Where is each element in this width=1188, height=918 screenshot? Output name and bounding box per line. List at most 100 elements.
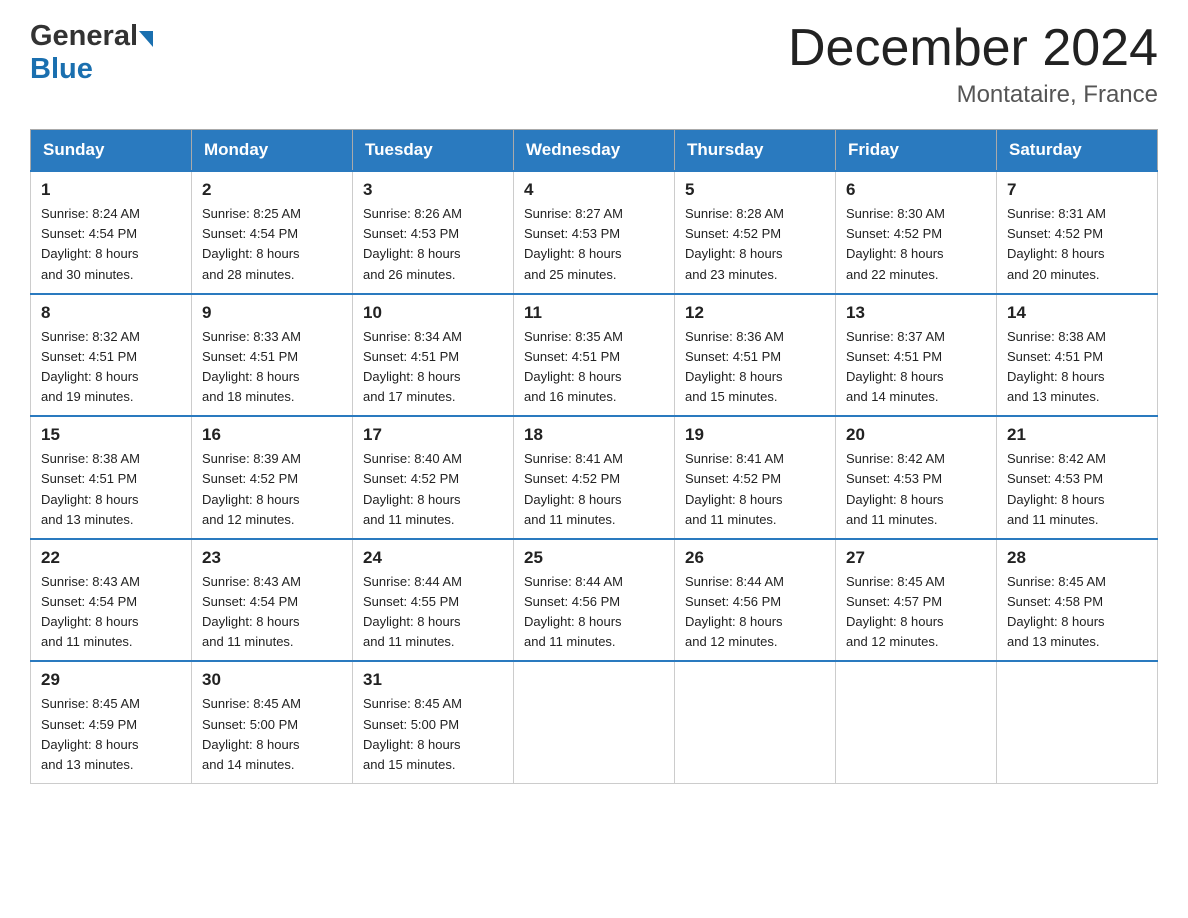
day-number: 26	[685, 548, 825, 568]
calendar-cell-15: 15 Sunrise: 8:38 AM Sunset: 4:51 PM Dayli…	[31, 416, 192, 539]
calendar-day-header-monday: Monday	[192, 130, 353, 172]
logo-triangle-icon	[139, 31, 153, 47]
day-number: 17	[363, 425, 503, 445]
calendar-cell-7: 7 Sunrise: 8:31 AM Sunset: 4:52 PM Daylig…	[997, 171, 1158, 294]
calendar-cell-23: 23Sunrise: 8:43 AM Sunset: 4:54 PM Dayli…	[192, 539, 353, 662]
calendar-cell-19: 19 Sunrise: 8:41 AM Sunset: 4:52 PM Dayli…	[675, 416, 836, 539]
calendar-table: SundayMondayTuesdayWednesdayThursdayFrid…	[30, 129, 1158, 784]
calendar-day-header-wednesday: Wednesday	[514, 130, 675, 172]
day-number: 1	[41, 180, 181, 200]
calendar-cell-30: 30Sunrise: 8:45 AM Sunset: 5:00 PM Dayli…	[192, 661, 353, 783]
calendar-week-row-4: 22 Sunrise: 8:43 AM Sunset: 4:54 PM Dayli…	[31, 539, 1158, 662]
calendar-cell-8: 8Sunrise: 8:32 AM Sunset: 4:51 PM Daylig…	[31, 294, 192, 417]
calendar-day-header-thursday: Thursday	[675, 130, 836, 172]
day-info: Sunrise: 8:38 AM Sunset: 4:51 PM Dayligh…	[41, 449, 181, 530]
calendar-cell-14: 14 Sunrise: 8:38 AM Sunset: 4:51 PM Dayli…	[997, 294, 1158, 417]
page-subtitle: Montataire, France	[788, 81, 1158, 109]
day-info: Sunrise: 8:45 AM Sunset: 5:00 PM Dayligh…	[202, 694, 342, 775]
day-info: Sunrise: 8:45 AM Sunset: 5:00 PM Dayligh…	[363, 694, 503, 775]
day-number: 29	[41, 670, 181, 690]
page-title: December 2024	[788, 20, 1158, 77]
day-info: Sunrise: 8:36 AM Sunset: 4:51 PM Dayligh…	[685, 327, 825, 408]
calendar-cell-3: 3Sunrise: 8:26 AM Sunset: 4:53 PM Daylig…	[353, 171, 514, 294]
day-number: 21	[1007, 425, 1147, 445]
logo: General Blue	[30, 20, 153, 86]
calendar-cell-2: 2Sunrise: 8:25 AM Sunset: 4:54 PM Daylig…	[192, 171, 353, 294]
calendar-cell-empty	[514, 661, 675, 783]
title-section: December 2024 Montataire, France	[788, 20, 1158, 109]
day-info: Sunrise: 8:34 AM Sunset: 4:51 PM Dayligh…	[363, 327, 503, 408]
calendar-week-row-5: 29 Sunrise: 8:45 AM Sunset: 4:59 PM Dayli…	[31, 661, 1158, 783]
day-number: 24	[363, 548, 503, 568]
calendar-week-row-2: 8Sunrise: 8:32 AM Sunset: 4:51 PM Daylig…	[31, 294, 1158, 417]
calendar-cell-empty	[997, 661, 1158, 783]
calendar-cell-empty	[836, 661, 997, 783]
day-info: Sunrise: 8:28 AM Sunset: 4:52 PM Dayligh…	[685, 204, 825, 285]
day-info: Sunrise: 8:27 AM Sunset: 4:53 PM Dayligh…	[524, 204, 664, 285]
calendar-cell-21: 21Sunrise: 8:42 AM Sunset: 4:53 PM Dayli…	[997, 416, 1158, 539]
day-number: 9	[202, 303, 342, 323]
day-info: Sunrise: 8:42 AM Sunset: 4:53 PM Dayligh…	[846, 449, 986, 530]
calendar-cell-empty	[675, 661, 836, 783]
calendar-cell-16: 16 Sunrise: 8:39 AM Sunset: 4:52 PM Dayli…	[192, 416, 353, 539]
day-number: 14	[1007, 303, 1147, 323]
day-number: 6	[846, 180, 986, 200]
day-info: Sunrise: 8:33 AM Sunset: 4:51 PM Dayligh…	[202, 327, 342, 408]
calendar-cell-29: 29 Sunrise: 8:45 AM Sunset: 4:59 PM Dayli…	[31, 661, 192, 783]
calendar-day-header-saturday: Saturday	[997, 130, 1158, 172]
day-info: Sunrise: 8:43 AM Sunset: 4:54 PM Dayligh…	[202, 572, 342, 653]
day-number: 27	[846, 548, 986, 568]
day-info: Sunrise: 8:39 AM Sunset: 4:52 PM Dayligh…	[202, 449, 342, 530]
calendar-cell-20: 20 Sunrise: 8:42 AM Sunset: 4:53 PM Dayli…	[836, 416, 997, 539]
day-info: Sunrise: 8:40 AM Sunset: 4:52 PM Dayligh…	[363, 449, 503, 530]
calendar-cell-18: 18 Sunrise: 8:41 AM Sunset: 4:52 PM Dayli…	[514, 416, 675, 539]
calendar-cell-24: 24Sunrise: 8:44 AM Sunset: 4:55 PM Dayli…	[353, 539, 514, 662]
calendar-cell-31: 31Sunrise: 8:45 AM Sunset: 5:00 PM Dayli…	[353, 661, 514, 783]
day-info: Sunrise: 8:44 AM Sunset: 4:56 PM Dayligh…	[685, 572, 825, 653]
day-number: 15	[41, 425, 181, 445]
day-info: Sunrise: 8:41 AM Sunset: 4:52 PM Dayligh…	[524, 449, 664, 530]
logo-line1: General	[30, 20, 153, 53]
day-info: Sunrise: 8:44 AM Sunset: 4:56 PM Dayligh…	[524, 572, 664, 653]
day-number: 20	[846, 425, 986, 445]
day-number: 22	[41, 548, 181, 568]
calendar-cell-27: 27 Sunrise: 8:45 AM Sunset: 4:57 PM Dayli…	[836, 539, 997, 662]
logo-general-text: General	[30, 20, 138, 53]
day-number: 2	[202, 180, 342, 200]
day-info: Sunrise: 8:32 AM Sunset: 4:51 PM Dayligh…	[41, 327, 181, 408]
day-info: Sunrise: 8:26 AM Sunset: 4:53 PM Dayligh…	[363, 204, 503, 285]
day-number: 4	[524, 180, 664, 200]
calendar-cell-13: 13Sunrise: 8:37 AM Sunset: 4:51 PM Dayli…	[836, 294, 997, 417]
calendar-cell-28: 28 Sunrise: 8:45 AM Sunset: 4:58 PM Dayli…	[997, 539, 1158, 662]
day-info: Sunrise: 8:45 AM Sunset: 4:58 PM Dayligh…	[1007, 572, 1147, 653]
day-number: 28	[1007, 548, 1147, 568]
calendar-day-header-friday: Friday	[836, 130, 997, 172]
day-info: Sunrise: 8:41 AM Sunset: 4:52 PM Dayligh…	[685, 449, 825, 530]
calendar-cell-26: 26 Sunrise: 8:44 AM Sunset: 4:56 PM Dayli…	[675, 539, 836, 662]
day-number: 10	[363, 303, 503, 323]
day-number: 16	[202, 425, 342, 445]
day-info: Sunrise: 8:45 AM Sunset: 4:57 PM Dayligh…	[846, 572, 986, 653]
calendar-day-header-sunday: Sunday	[31, 130, 192, 172]
calendar-week-row-1: 1 Sunrise: 8:24 AM Sunset: 4:54 PM Daylig…	[31, 171, 1158, 294]
calendar-week-row-3: 15 Sunrise: 8:38 AM Sunset: 4:51 PM Dayli…	[31, 416, 1158, 539]
day-number: 7	[1007, 180, 1147, 200]
calendar-cell-25: 25Sunrise: 8:44 AM Sunset: 4:56 PM Dayli…	[514, 539, 675, 662]
day-info: Sunrise: 8:43 AM Sunset: 4:54 PM Dayligh…	[41, 572, 181, 653]
day-number: 5	[685, 180, 825, 200]
calendar-day-header-tuesday: Tuesday	[353, 130, 514, 172]
day-info: Sunrise: 8:38 AM Sunset: 4:51 PM Dayligh…	[1007, 327, 1147, 408]
day-info: Sunrise: 8:45 AM Sunset: 4:59 PM Dayligh…	[41, 694, 181, 775]
calendar-cell-10: 10 Sunrise: 8:34 AM Sunset: 4:51 PM Dayli…	[353, 294, 514, 417]
day-number: 12	[685, 303, 825, 323]
day-info: Sunrise: 8:31 AM Sunset: 4:52 PM Dayligh…	[1007, 204, 1147, 285]
day-info: Sunrise: 8:37 AM Sunset: 4:51 PM Dayligh…	[846, 327, 986, 408]
calendar-cell-4: 4 Sunrise: 8:27 AM Sunset: 4:53 PM Daylig…	[514, 171, 675, 294]
day-info: Sunrise: 8:24 AM Sunset: 4:54 PM Dayligh…	[41, 204, 181, 285]
calendar-cell-9: 9 Sunrise: 8:33 AM Sunset: 4:51 PM Daylig…	[192, 294, 353, 417]
page-header: General Blue December 2024 Montataire, F…	[30, 20, 1158, 109]
day-number: 19	[685, 425, 825, 445]
day-number: 18	[524, 425, 664, 445]
calendar-cell-11: 11Sunrise: 8:35 AM Sunset: 4:51 PM Dayli…	[514, 294, 675, 417]
day-number: 11	[524, 303, 664, 323]
